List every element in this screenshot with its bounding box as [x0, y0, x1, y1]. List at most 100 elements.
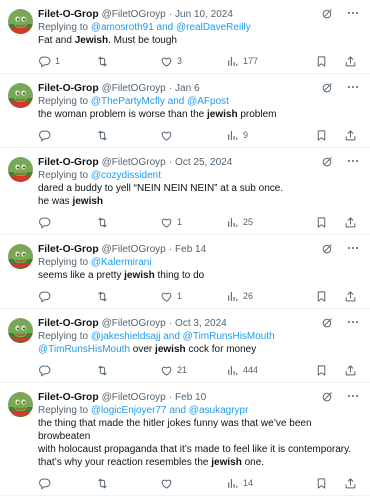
views-button[interactable]: 9 — [226, 129, 302, 142]
replying-to-prefix: Replying to — [38, 96, 91, 107]
user-handle[interactable]: @FiletOGroyp — [102, 244, 166, 255]
more-icon[interactable] — [346, 315, 360, 332]
replying-to-mentions[interactable]: @ThePartyMcfly and @AFpost — [91, 96, 229, 107]
tweet-date[interactable]: Oct 3, 2024 — [175, 318, 227, 329]
bookmark-button[interactable] — [302, 216, 340, 229]
grok-icon[interactable] — [321, 390, 334, 406]
tweet-date[interactable]: Jan 6 — [175, 83, 199, 94]
more-icon-glyph — [346, 389, 360, 403]
grok-icon[interactable] — [321, 7, 334, 23]
views-button[interactable]: 25 — [226, 216, 302, 229]
tweet[interactable]: Filet-O-Grop @FiletOGroyp · Oct 25, 2024 Rep… — [0, 148, 370, 235]
avatar[interactable] — [8, 318, 33, 343]
highlighted-term: jewish — [155, 344, 186, 355]
share-icon — [344, 290, 357, 303]
user-handle[interactable]: @FiletOGroyp — [102, 83, 166, 94]
tweet-date[interactable]: Feb 10 — [175, 392, 206, 403]
bookmark-button[interactable] — [302, 364, 340, 377]
avatar[interactable] — [8, 157, 33, 182]
share-button[interactable] — [340, 216, 360, 229]
display-name[interactable]: Filet-O-Grop — [38, 9, 99, 20]
replying-to: Replying to @jakeshieldsajj and @TimRuns… — [38, 330, 360, 343]
avatar[interactable] — [8, 244, 33, 269]
share-button[interactable] — [340, 364, 360, 377]
action-bar: 21 444 — [38, 358, 360, 382]
retweet-button[interactable] — [96, 477, 160, 490]
retweet-button[interactable] — [96, 55, 160, 68]
like-button[interactable] — [160, 129, 226, 142]
reply-button[interactable] — [38, 290, 96, 303]
grok-icon[interactable] — [321, 316, 334, 332]
grok-icon-glyph — [321, 390, 334, 403]
more-icon[interactable] — [346, 389, 360, 406]
avatar[interactable] — [8, 392, 33, 417]
reply-button[interactable] — [38, 129, 96, 142]
tweet-date[interactable]: Oct 25, 2024 — [175, 157, 232, 168]
like-button[interactable]: 1 — [160, 290, 226, 303]
avatar[interactable] — [8, 83, 33, 108]
user-handle[interactable]: @FiletOGroyp — [102, 318, 166, 329]
share-button[interactable] — [340, 55, 360, 68]
more-icon-glyph — [346, 6, 360, 20]
more-icon-glyph — [346, 80, 360, 94]
tweet[interactable]: Filet-O-Grop @FiletOGroyp · Jun 10, 2024 Rep… — [0, 0, 370, 74]
display-name[interactable]: Filet-O-Grop — [38, 244, 99, 255]
display-name[interactable]: Filet-O-Grop — [38, 318, 99, 329]
retweet-button[interactable] — [96, 290, 160, 303]
share-icon — [344, 216, 357, 229]
replying-to-mentions[interactable]: @amosroth91 and @realDaveReilly — [91, 22, 251, 33]
views-button[interactable]: 177 — [226, 55, 302, 68]
grok-icon-glyph — [321, 81, 334, 94]
share-button[interactable] — [340, 477, 360, 490]
tweet[interactable]: Filet-O-Grop @FiletOGroyp · Feb 14 Replying … — [0, 235, 370, 309]
views-button[interactable]: 26 — [226, 290, 302, 303]
replying-to-mentions[interactable]: @jakeshieldsajj and @TimRunsHisMouth — [91, 331, 275, 342]
tweet[interactable]: Filet-O-Grop @FiletOGroyp · Oct 3, 2024 Repl… — [0, 309, 370, 383]
reply-button[interactable] — [38, 364, 96, 377]
bookmark-button[interactable] — [302, 290, 340, 303]
grok-icon[interactable] — [321, 155, 334, 171]
user-handle[interactable]: @FiletOGroyp — [102, 392, 166, 403]
display-name[interactable]: Filet-O-Grop — [38, 392, 99, 403]
retweet-button[interactable] — [96, 364, 160, 377]
retweet-button[interactable] — [96, 216, 160, 229]
tweet[interactable]: Filet-O-Grop @FiletOGroyp · Feb 10 Replying … — [0, 383, 370, 496]
retweet-button[interactable] — [96, 129, 160, 142]
views-button[interactable]: 14 — [226, 477, 302, 490]
reply-button[interactable] — [38, 477, 96, 490]
replying-to-mentions[interactable]: @cozydissident — [91, 170, 161, 181]
bookmark-icon — [315, 216, 328, 229]
reply-button[interactable] — [38, 216, 96, 229]
share-button[interactable] — [340, 129, 360, 142]
separator-dot: · — [168, 9, 173, 20]
like-button[interactable]: 1 — [160, 216, 226, 229]
more-icon[interactable] — [346, 154, 360, 171]
reply-button[interactable]: 1 — [38, 55, 96, 68]
more-icon[interactable] — [346, 80, 360, 97]
display-name[interactable]: Filet-O-Grop — [38, 157, 99, 168]
views-button[interactable]: 444 — [226, 364, 302, 377]
mention-link[interactable]: @TimRunsHisMouth — [38, 344, 130, 355]
user-handle[interactable]: @FiletOGroyp — [102, 157, 166, 168]
bookmark-button[interactable] — [302, 55, 340, 68]
replying-to-mentions[interactable]: @Kalermirani — [91, 257, 152, 268]
views-count: 444 — [243, 365, 259, 375]
bookmark-button[interactable] — [302, 477, 340, 490]
like-button[interactable]: 3 — [160, 55, 226, 68]
tweet[interactable]: Filet-O-Grop @FiletOGroyp · Jan 6 Replying t… — [0, 74, 370, 148]
user-handle[interactable]: @FiletOGroyp — [102, 9, 166, 20]
tweet-date[interactable]: Feb 14 — [175, 244, 206, 255]
share-button[interactable] — [340, 290, 360, 303]
grok-icon[interactable] — [321, 242, 334, 258]
bookmark-button[interactable] — [302, 129, 340, 142]
more-icon[interactable] — [346, 241, 360, 258]
like-button[interactable]: 21 — [160, 364, 226, 377]
tweet-date[interactable]: Jun 10, 2024 — [175, 9, 233, 20]
display-name[interactable]: Filet-O-Grop — [38, 83, 99, 94]
more-icon[interactable] — [346, 6, 360, 23]
avatar[interactable] — [8, 9, 33, 34]
text-segment: cock for money — [185, 344, 257, 355]
replying-to-mentions[interactable]: @logicEnjoyer77 and @asukagrypr — [91, 405, 249, 416]
like-button[interactable] — [160, 477, 226, 490]
grok-icon[interactable] — [321, 81, 334, 97]
